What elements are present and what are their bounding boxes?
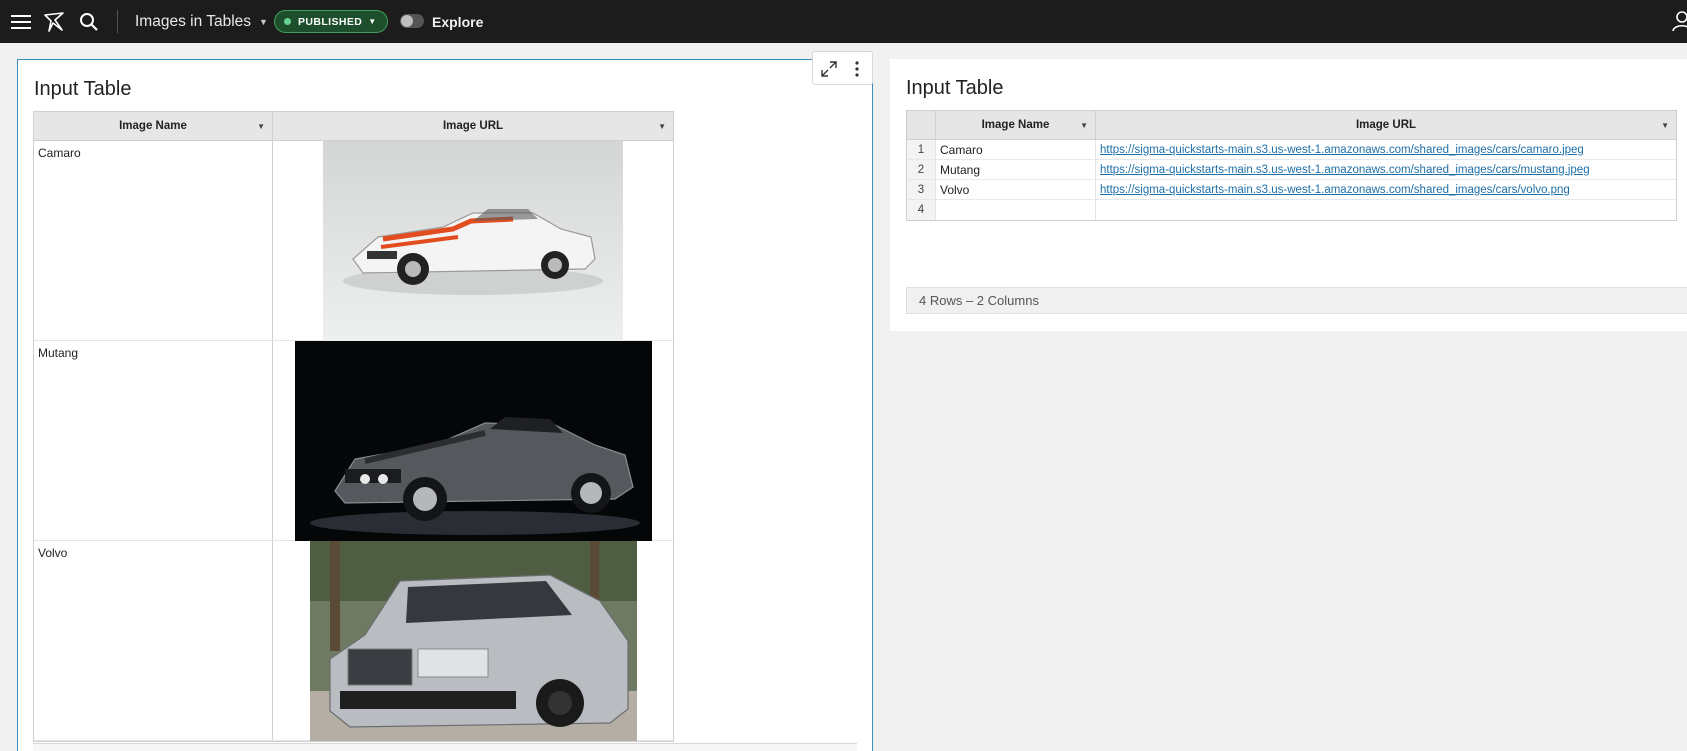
row-number: 2 (907, 160, 936, 179)
menu-icon[interactable] (10, 0, 32, 43)
image-table: Image Name ▼ Image URL ▼ Camaro Mutang V… (33, 111, 674, 742)
camaro-car-image (323, 141, 623, 341)
column-header-label: Image URL (442, 120, 504, 132)
column-header-label: Image URL (1355, 119, 1417, 131)
explore-toggle[interactable] (400, 14, 424, 28)
status-badge-label: PUBLISHED (298, 15, 363, 28)
image-name-cell[interactable]: Volvo (936, 180, 1096, 199)
header-divider (117, 10, 118, 33)
column-header-image-url[interactable]: Image URL ▼ (273, 112, 673, 140)
image-url-link[interactable]: https://sigma-quickstarts-main.s3.us-wes… (1100, 184, 1570, 196)
image-name-cell[interactable]: Camaro (936, 140, 1096, 159)
explore-label: Explore (432, 13, 484, 30)
row-column-count: 4 Rows – 2 Columns (919, 293, 1039, 308)
published-status-badge[interactable]: PUBLISHED ▼ (274, 10, 388, 33)
panel-toolbar (812, 51, 873, 85)
table-summary-bar: 4 Rows – 2 Columns (906, 287, 1687, 314)
workbook-title: Images in Tables (135, 12, 252, 30)
column-header-image-name[interactable]: Image Name ▼ (936, 111, 1096, 139)
table-row[interactable]: 3 Volvo https://sigma-quickstarts-main.s… (907, 180, 1676, 200)
caret-down-icon[interactable]: ▼ (658, 122, 666, 131)
row-number: 3 (907, 180, 936, 199)
panel-title: Input Table (34, 78, 132, 100)
table-row[interactable]: Camaro (34, 141, 673, 341)
volvo-car-image (309, 541, 637, 741)
column-header-image-url[interactable]: Image URL ▼ (1096, 111, 1676, 139)
expand-icon[interactable] (818, 58, 840, 80)
caret-down-icon: ▼ (368, 17, 377, 26)
table-row[interactable]: 4 (907, 200, 1676, 220)
image-cell[interactable] (273, 541, 673, 741)
image-table-panel[interactable]: Input Table Image Name ▼ Image URL ▼ Cam… (17, 59, 873, 751)
image-name-cell[interactable]: Camaro (34, 141, 273, 340)
table-header: Image Name ▼ Image URL ▼ (907, 111, 1676, 140)
image-cell[interactable] (273, 141, 673, 341)
workbook-title-dropdown[interactable]: Images in Tables ▼ (135, 0, 268, 43)
column-header-image-name[interactable]: Image Name ▼ (34, 112, 273, 140)
row-number: 1 (907, 140, 936, 159)
table-row[interactable]: Volvo (34, 541, 673, 741)
caret-down-icon[interactable]: ▼ (1661, 121, 1669, 130)
panel-title: Input Table (906, 77, 1004, 99)
column-header-label: Image Name (119, 120, 187, 132)
image-url-cell[interactable] (1096, 200, 1676, 220)
caret-down-icon: ▼ (259, 16, 268, 27)
image-name-cell[interactable]: Volvo (34, 541, 273, 740)
caret-down-icon[interactable]: ▼ (1080, 121, 1088, 130)
mustang-car-image (294, 341, 652, 541)
column-header-label: Image Name (981, 119, 1050, 131)
table-row[interactable]: 2 Mutang https://sigma-quickstarts-main.… (907, 160, 1676, 180)
toggle-knob (401, 15, 413, 27)
top-bar: Images in Tables ▼ PUBLISHED ▼ Explore (0, 0, 1687, 43)
url-table-panel[interactable]: Input Table Image Name ▼ Image URL ▼ 1 C… (890, 59, 1687, 331)
image-url-link[interactable]: https://sigma-quickstarts-main.s3.us-wes… (1100, 144, 1584, 156)
user-icon[interactable] (1672, 10, 1687, 37)
url-input-table: Image Name ▼ Image URL ▼ 1 Camaro https:… (906, 110, 1677, 221)
table-row[interactable]: 1 Camaro https://sigma-quickstarts-main.… (907, 140, 1676, 160)
image-name-cell[interactable]: Mutang (936, 160, 1096, 179)
horizontal-scrollbar[interactable] (33, 743, 857, 751)
row-number: 4 (907, 200, 936, 220)
image-url-cell[interactable]: https://sigma-quickstarts-main.s3.us-wes… (1096, 140, 1676, 159)
sigma-logo-icon[interactable] (43, 0, 65, 43)
status-dot-icon (284, 18, 291, 25)
image-url-cell[interactable]: https://sigma-quickstarts-main.s3.us-wes… (1096, 160, 1676, 179)
image-name-cell[interactable] (936, 200, 1096, 220)
row-number-header (907, 111, 936, 139)
image-url-cell[interactable]: https://sigma-quickstarts-main.s3.us-wes… (1096, 180, 1676, 199)
image-name-cell[interactable]: Mutang (34, 341, 273, 540)
image-cell[interactable] (273, 341, 673, 541)
image-url-link[interactable]: https://sigma-quickstarts-main.s3.us-wes… (1100, 164, 1590, 176)
caret-down-icon[interactable]: ▼ (257, 122, 265, 131)
search-icon[interactable] (79, 0, 101, 43)
more-options-icon[interactable] (846, 58, 868, 80)
table-header: Image Name ▼ Image URL ▼ (34, 112, 673, 141)
table-row[interactable]: Mutang (34, 341, 673, 541)
